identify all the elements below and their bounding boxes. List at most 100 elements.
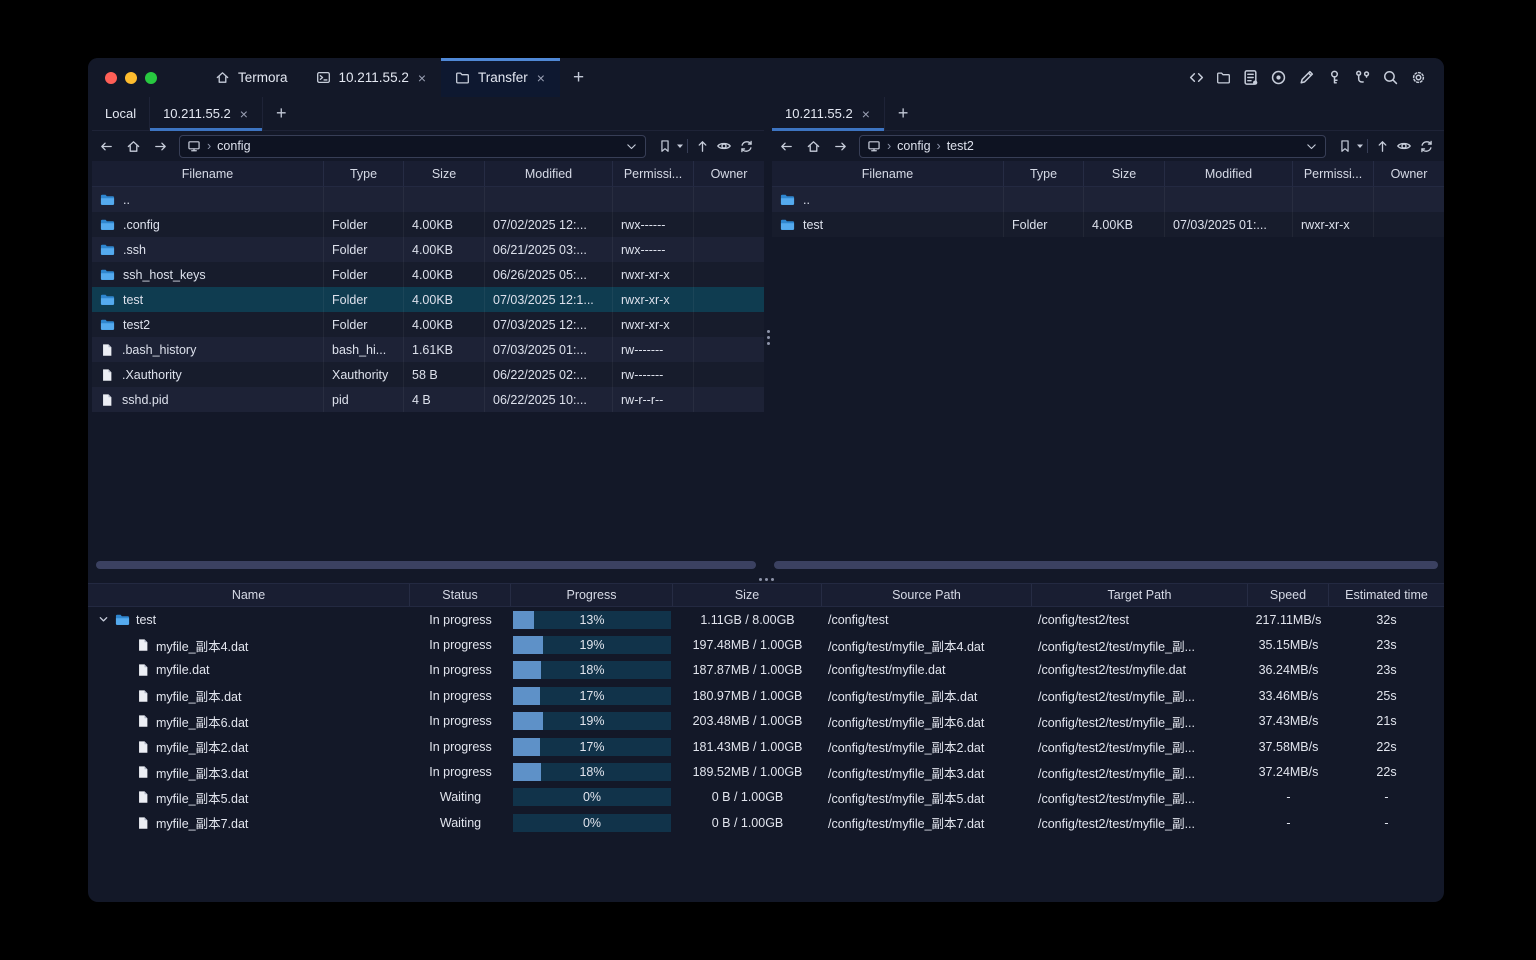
pane-tab-10-211-55-2[interactable]: 10.211.55.2 × bbox=[150, 97, 263, 131]
file-row[interactable]: test2 Folder 4.00KB 07/03/2025 12:... rwxr-x… bbox=[92, 312, 764, 337]
titlebar-tab-termora[interactable]: Termora bbox=[201, 58, 302, 97]
back-button[interactable] bbox=[95, 135, 117, 157]
breadcrumb-segment[interactable]: config bbox=[217, 139, 250, 153]
column-header-filename[interactable]: Filename bbox=[772, 161, 1004, 186]
close-window-button[interactable] bbox=[105, 71, 117, 84]
key-icon[interactable] bbox=[1326, 69, 1343, 86]
transfer-row[interactable]: test In progress 13% 1.11GB / 8.00GB/config… bbox=[88, 607, 1444, 632]
column-header-size[interactable]: Size bbox=[404, 161, 485, 186]
column-header-modified[interactable]: Modified bbox=[485, 161, 613, 186]
target-path-text: /config/test2/test/myfile_副... bbox=[1038, 817, 1196, 832]
branch-icon[interactable] bbox=[1354, 69, 1371, 86]
upload-button[interactable] bbox=[691, 135, 713, 157]
file-row[interactable]: .bash_history bash_hi... 1.61KB 07/03/2025 … bbox=[92, 337, 764, 362]
titlebar-tab-transfer[interactable]: Transfer × bbox=[441, 58, 560, 97]
record-icon[interactable] bbox=[1270, 69, 1287, 86]
column-header-filename[interactable]: Filename bbox=[92, 161, 324, 186]
search-icon[interactable] bbox=[1382, 69, 1399, 86]
refresh-button[interactable] bbox=[1415, 135, 1437, 157]
transfer-row[interactable]: myfile_副本4.dat In progress 19% 197.48MB / 1… bbox=[88, 632, 1444, 657]
horizontal-splitter[interactable] bbox=[88, 575, 1444, 583]
pencil-icon[interactable] bbox=[1298, 69, 1315, 86]
close-tab-icon[interactable]: × bbox=[536, 70, 546, 86]
settings-icon[interactable] bbox=[1410, 69, 1427, 86]
forward-button[interactable] bbox=[149, 135, 171, 157]
transfer-column-speed[interactable]: Speed bbox=[1248, 584, 1329, 606]
size-text: 0 B / 1.00GB bbox=[711, 815, 784, 830]
new-pane-tab-button[interactable]: + bbox=[263, 97, 300, 130]
file-row[interactable]: .Xauthority Xauthority 58 B 06/22/2025 02:.… bbox=[92, 362, 764, 387]
pane-tab-local[interactable]: Local bbox=[92, 97, 151, 130]
horizontal-scrollbar[interactable] bbox=[774, 561, 1438, 569]
zoom-window-button[interactable] bbox=[145, 71, 157, 84]
file-row[interactable]: .. bbox=[92, 187, 764, 212]
close-tab-icon[interactable]: × bbox=[417, 70, 427, 86]
new-pane-tab-button[interactable]: + bbox=[885, 97, 922, 130]
bookmark-caret-button[interactable] bbox=[1356, 142, 1364, 150]
column-header-size[interactable]: Size bbox=[1084, 161, 1165, 186]
path-breadcrumb[interactable]: › config bbox=[179, 134, 646, 158]
pane-tab-10-211-55-2[interactable]: 10.211.55.2 × bbox=[772, 97, 885, 131]
file-row[interactable]: .. bbox=[772, 187, 1444, 212]
file-row[interactable]: .config Folder 4.00KB 07/02/2025 12:... rwx-… bbox=[92, 212, 764, 237]
column-header-permissi-[interactable]: Permissi... bbox=[1293, 161, 1374, 186]
titlebar-tab-10-211-55-2[interactable]: 10.211.55.2 × bbox=[302, 58, 442, 97]
home-button[interactable] bbox=[802, 135, 824, 157]
breadcrumb-segment[interactable]: config bbox=[897, 139, 930, 153]
transfer-column-name[interactable]: Name bbox=[88, 584, 410, 606]
chevron-down-icon[interactable] bbox=[625, 140, 638, 153]
file-row[interactable]: test Folder 4.00KB 07/03/2025 12:1... rwxr-x… bbox=[92, 287, 764, 312]
breadcrumb-segment[interactable]: test2 bbox=[947, 139, 974, 153]
chevron-down-icon[interactable] bbox=[1305, 140, 1318, 153]
column-header-modified[interactable]: Modified bbox=[1165, 161, 1293, 186]
transfer-column-estimated-time[interactable]: Estimated time bbox=[1329, 584, 1444, 606]
log-icon[interactable] bbox=[1242, 69, 1259, 86]
file-row[interactable]: test Folder 4.00KB 07/03/2025 01:... rwxr-xr… bbox=[772, 212, 1444, 237]
transfer-column-size[interactable]: Size bbox=[673, 584, 822, 606]
code-icon[interactable] bbox=[1188, 69, 1205, 86]
transfer-column-status[interactable]: Status bbox=[410, 584, 511, 606]
home-button[interactable] bbox=[122, 135, 144, 157]
file-row[interactable]: ssh_host_keys Folder 4.00KB 06/26/2025 05:.… bbox=[92, 262, 764, 287]
minimize-window-button[interactable] bbox=[125, 71, 137, 84]
transfer-column-source-path[interactable]: Source Path bbox=[822, 584, 1032, 606]
column-header-owner[interactable]: Owner bbox=[1374, 161, 1444, 186]
bookmark-button[interactable] bbox=[1334, 135, 1356, 157]
transfer-row[interactable]: myfile_副本6.dat In progress 19% 203.48MB / 1… bbox=[88, 709, 1444, 734]
folder-icon[interactable] bbox=[1216, 70, 1231, 85]
cell-type: Folder bbox=[324, 237, 404, 262]
size-cell: 180.97MB / 1.00GB bbox=[673, 689, 822, 703]
transfer-row[interactable]: myfile_副本3.dat In progress 18% 189.52MB / 1… bbox=[88, 759, 1444, 784]
transfer-row[interactable]: myfile_副本2.dat In progress 17% 181.43MB / 1… bbox=[88, 734, 1444, 759]
back-button[interactable] bbox=[775, 135, 797, 157]
new-window-tab-button[interactable]: + bbox=[560, 58, 597, 97]
refresh-button[interactable] bbox=[735, 135, 757, 157]
transfer-row[interactable]: myfile.dat In progress 18% 187.87MB / 1.00G… bbox=[88, 658, 1444, 683]
bookmark-button[interactable] bbox=[654, 135, 676, 157]
column-header-type[interactable]: Type bbox=[324, 161, 404, 186]
transfer-column-target-path[interactable]: Target Path bbox=[1032, 584, 1248, 606]
path-breadcrumb[interactable]: › config › test2 bbox=[859, 134, 1326, 158]
transfer-row[interactable]: myfile_副本5.dat Waiting 0% 0 B / 1.00GB/conf… bbox=[88, 785, 1444, 810]
column-header-permissi-[interactable]: Permissi... bbox=[613, 161, 694, 186]
show-hidden-button[interactable] bbox=[713, 135, 735, 157]
expander-chevron-icon[interactable] bbox=[98, 614, 109, 625]
status-cell: In progress bbox=[410, 638, 511, 652]
transfer-row[interactable]: myfile_副本7.dat Waiting 0% 0 B / 1.00GB/conf… bbox=[88, 810, 1444, 835]
close-tab-icon[interactable]: × bbox=[861, 106, 871, 122]
file-row[interactable]: sshd.pid pid 4 B 06/22/2025 10:... rw-r--r-- bbox=[92, 387, 764, 412]
transfer-column-progress[interactable]: Progress bbox=[511, 584, 673, 606]
filename-text: .config bbox=[123, 217, 160, 232]
bookmark-caret-button[interactable] bbox=[676, 142, 684, 150]
column-header-owner[interactable]: Owner bbox=[694, 161, 764, 186]
horizontal-scrollbar[interactable] bbox=[96, 561, 756, 569]
forward-button[interactable] bbox=[829, 135, 851, 157]
column-header-type[interactable]: Type bbox=[1004, 161, 1084, 186]
transfer-row[interactable]: myfile_副本.dat In progress 17% 180.97MB / 1.… bbox=[88, 683, 1444, 708]
close-tab-icon[interactable]: × bbox=[239, 106, 249, 122]
vertical-splitter[interactable] bbox=[764, 97, 772, 575]
file-row[interactable]: .ssh Folder 4.00KB 06/21/2025 03:... rwx----… bbox=[92, 237, 764, 262]
upload-button[interactable] bbox=[1371, 135, 1393, 157]
folder-solid-icon bbox=[100, 292, 115, 307]
show-hidden-button[interactable] bbox=[1393, 135, 1415, 157]
